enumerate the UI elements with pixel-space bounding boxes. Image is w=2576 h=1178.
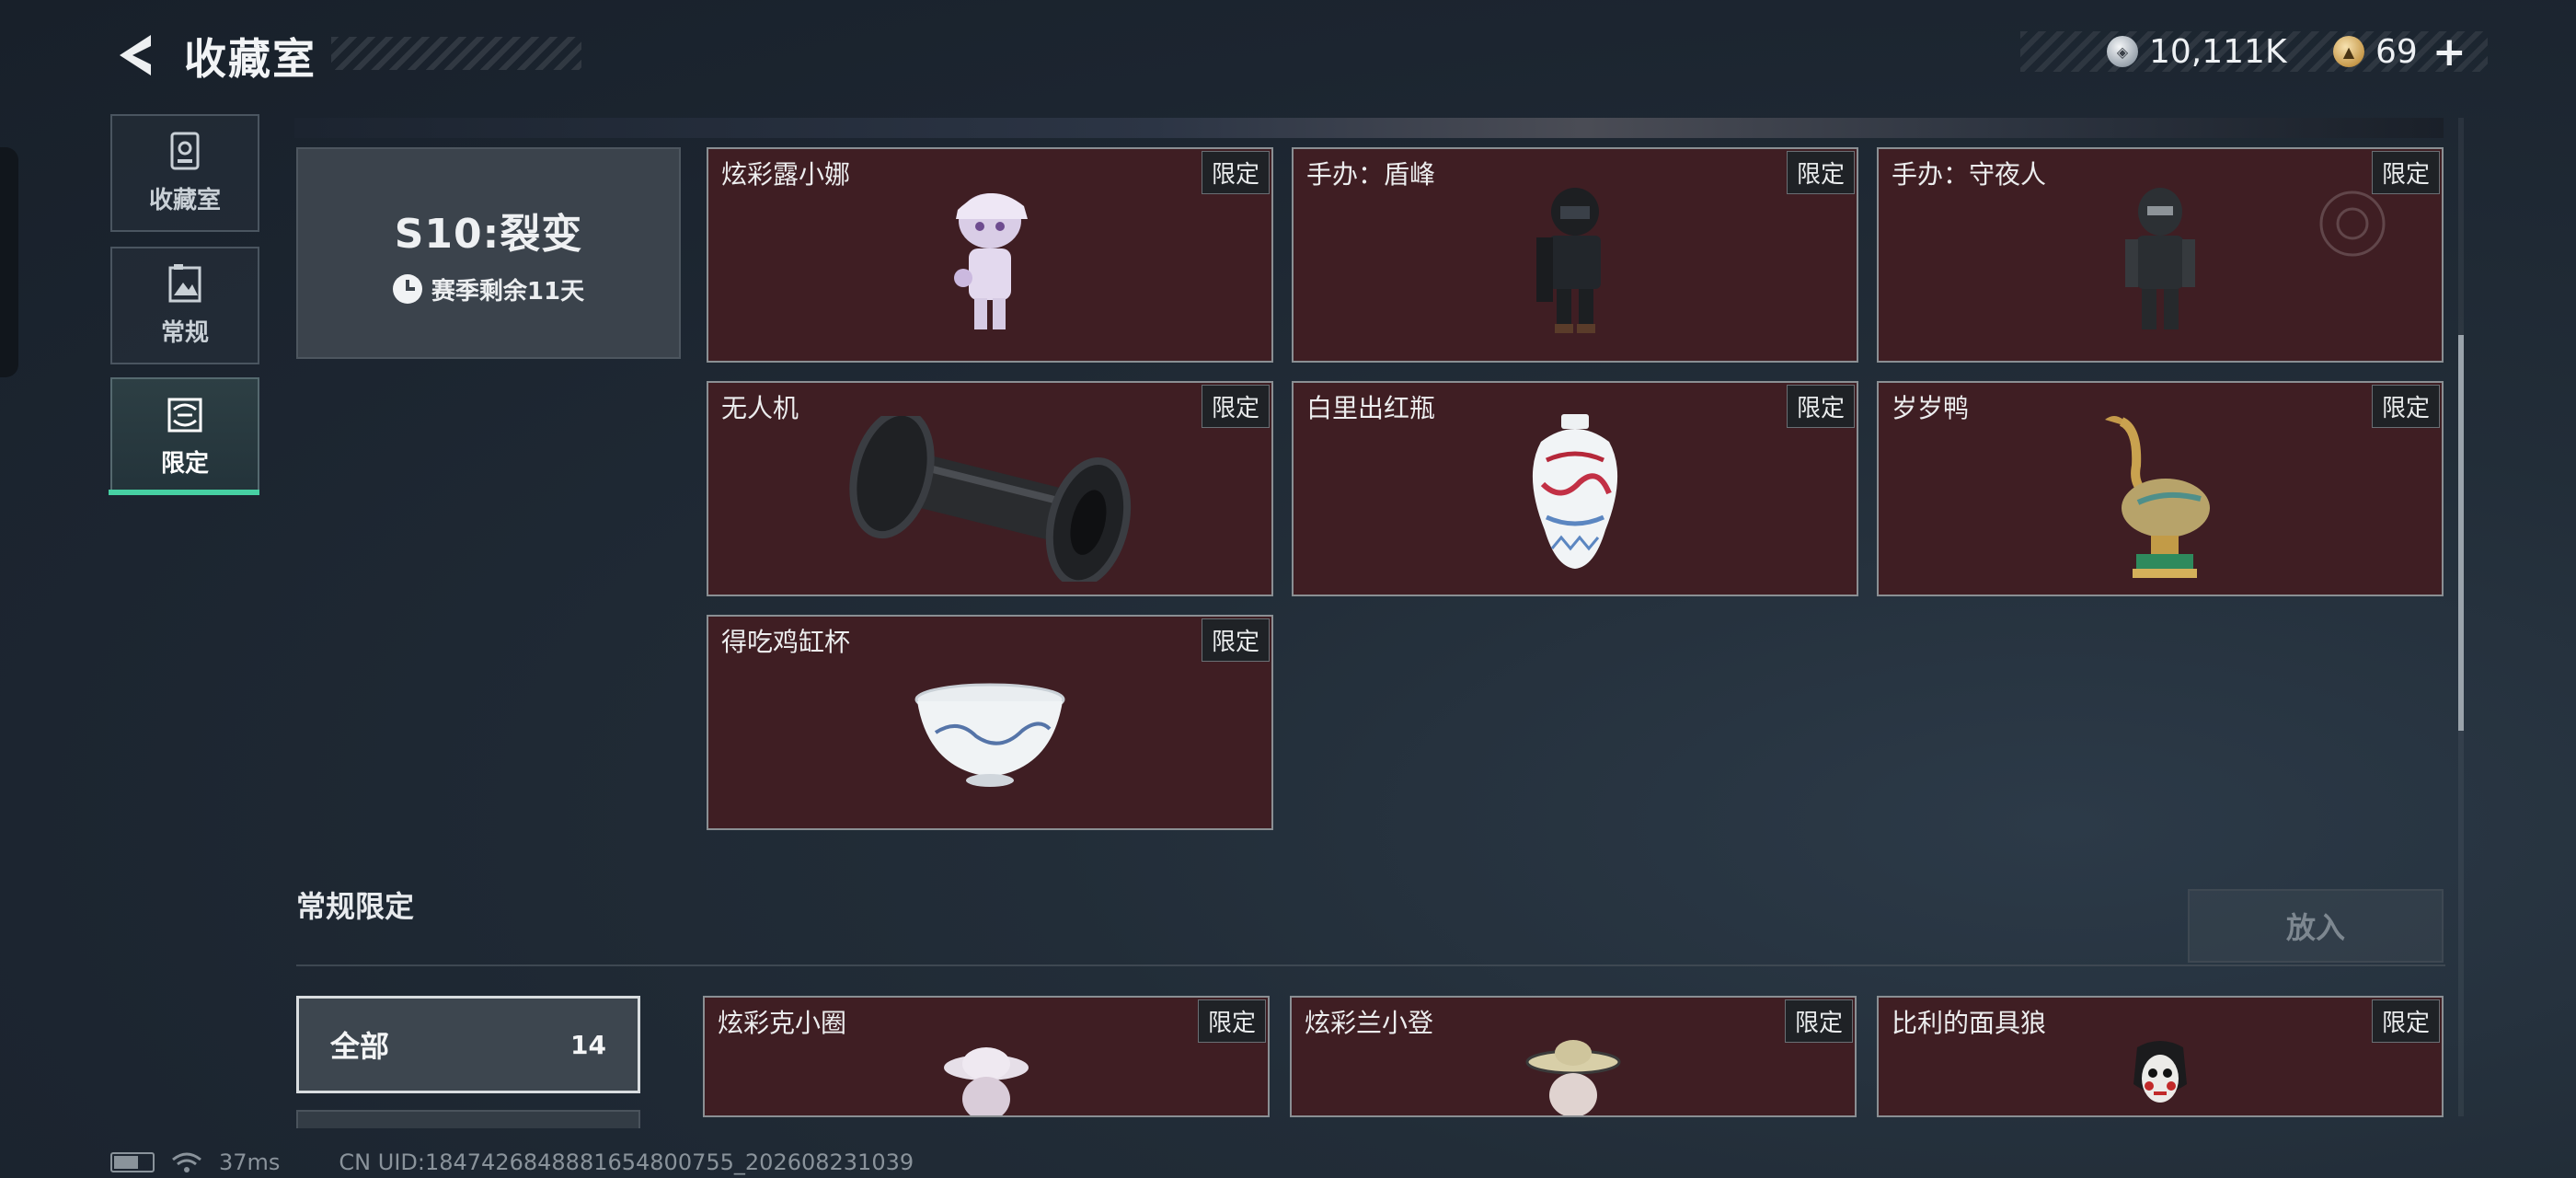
item-card[interactable]: 手办：盾峰 限定 [1292, 147, 1858, 363]
limited-badge: 限定 [1786, 385, 1855, 428]
limited-icon [167, 395, 203, 435]
item-name: 得吃鸡缸杯 [721, 627, 851, 657]
sidebar-item-label: 限定 [160, 449, 209, 478]
user-uid: CN UID:1847426848881654800755_2026082310… [339, 1149, 914, 1175]
scrollbar-thumb[interactable] [2458, 335, 2464, 731]
item-card[interactable]: 炫彩露小娜 限定 [707, 147, 1273, 363]
item-name: 白里出红瓶 [1306, 393, 1436, 423]
device-notch [0, 147, 18, 377]
add-currency-button[interactable]: + [2432, 29, 2467, 75]
collection-icon [167, 132, 203, 172]
item-name: 比利的面具狼 [1892, 1008, 2047, 1038]
vase-icon [1532, 414, 1618, 569]
limited-badge: 限定 [1201, 385, 1270, 428]
item-card[interactable]: 得吃鸡缸杯 限定 [707, 615, 1273, 830]
item-card[interactable]: 无人机 限定 [707, 381, 1273, 596]
limited-badge: 限定 [1784, 999, 1853, 1043]
item-name: 岁岁鸭 [1892, 393, 1970, 423]
title-decoration [331, 37, 581, 70]
filter-count: 14 [570, 1029, 606, 1060]
section-divider [296, 964, 2445, 966]
figure-mask-icon [2133, 1041, 2187, 1103]
figure-girl-icon [954, 192, 1028, 329]
target-icon [2319, 191, 2386, 257]
wifi-icon [172, 1152, 201, 1172]
gold-coin-icon: ▲ [2333, 36, 2364, 67]
limited-badge: 限定 [1201, 618, 1270, 662]
season-card: S10:裂变 赛季剩余11天 [296, 147, 681, 359]
item-card[interactable]: 白里出红瓶 限定 [1292, 381, 1858, 596]
sidebar-item-label: 常规 [160, 318, 209, 347]
bowl-icon [914, 683, 1065, 787]
limited-badge: 限定 [1786, 151, 1855, 194]
item-name: 炫彩兰小登 [1305, 1008, 1434, 1038]
item-name: 炫彩露小娜 [721, 159, 851, 190]
section-title: 常规限定 [296, 889, 415, 924]
place-button[interactable]: 放入 [2188, 889, 2444, 963]
figure-hat-girl-icon [944, 1047, 1029, 1115]
status-bar: 37ms CN UID:1847426848881654800755_20260… [110, 1149, 914, 1176]
back-button[interactable] [109, 28, 164, 83]
item-name: 无人机 [721, 393, 799, 423]
season-banner [294, 118, 2444, 138]
silver-currency: ◈ 10,111K [2107, 28, 2287, 75]
limited-badge: 限定 [2371, 385, 2440, 428]
item-name: 手办：守夜人 [1892, 159, 2047, 190]
item-name: 炫彩克小圈 [718, 1008, 847, 1038]
sidebar-item-regular[interactable]: 常规 [110, 247, 259, 364]
silver-amount: 10,111K [2149, 32, 2287, 71]
item-card[interactable]: 炫彩克小圈 限定 [703, 996, 1270, 1117]
season-name: S10:裂变 [394, 210, 583, 258]
active-indicator [109, 490, 259, 495]
battery-icon [110, 1152, 155, 1172]
item-card[interactable]: 比利的面具狼 限定 [1877, 996, 2444, 1117]
limited-badge: 限定 [1197, 999, 1266, 1043]
item-name: 手办：盾峰 [1306, 159, 1436, 190]
filter-all-button[interactable]: 全部 14 [296, 996, 640, 1093]
ping-value: 37ms [219, 1149, 281, 1175]
season-remaining: 赛季剩余11天 [431, 277, 585, 306]
drone-icon [849, 416, 1132, 582]
item-card[interactable]: 岁岁鸭 限定 [1877, 381, 2444, 596]
gold-currency: ▲ 69 + [2333, 28, 2467, 75]
filter-label: 全部 [330, 1029, 390, 1064]
back-arrow-icon [120, 35, 151, 75]
filter-next-item[interactable] [296, 1110, 640, 1128]
figure-soldier-icon [1536, 188, 1601, 333]
limited-badge: 限定 [2371, 999, 2440, 1043]
figure-guardian-icon [2125, 188, 2195, 329]
limited-badge: 限定 [1201, 151, 1270, 194]
clock-icon [392, 274, 422, 304]
page-title: 收藏室 [184, 34, 316, 84]
item-card[interactable]: 炫彩兰小登 限定 [1290, 996, 1857, 1117]
gallery-icon [167, 263, 203, 305]
gold-amount: 69 [2375, 32, 2418, 71]
sidebar-item-label: 收藏室 [148, 186, 221, 214]
silver-coin-icon: ◈ [2107, 36, 2138, 67]
season-remaining-row: 赛季剩余11天 [392, 272, 585, 306]
duck-statue-icon [2105, 416, 2210, 578]
sidebar-item-collection[interactable]: 收藏室 [110, 114, 259, 232]
sidebar-item-limited[interactable]: 限定 [110, 377, 259, 495]
item-card[interactable]: 手办：守夜人 限定 [1877, 147, 2444, 363]
figure-sombrero-icon [1525, 1040, 1621, 1115]
